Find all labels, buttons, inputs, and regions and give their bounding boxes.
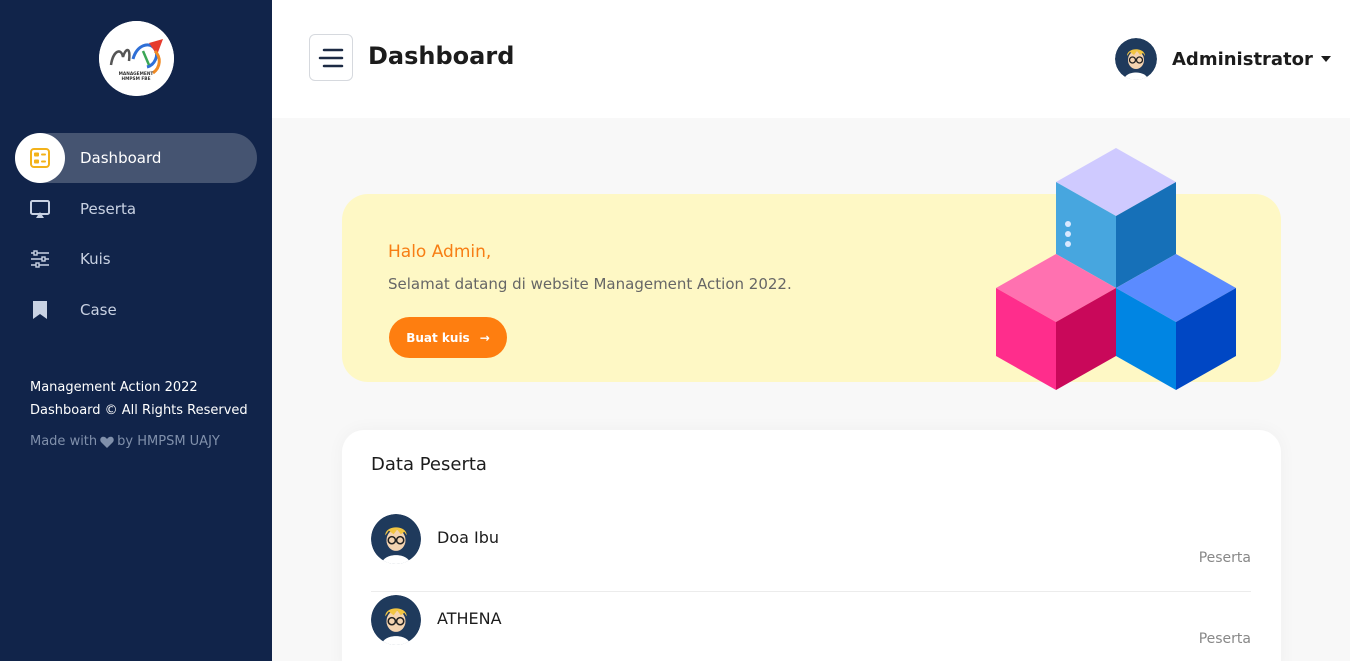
heart-icon — [100, 436, 114, 448]
create-quiz-label: Buat kuis — [406, 330, 470, 345]
sidebar: MANAGEMENT HMPSM FBE Dashboard Peserta K… — [0, 0, 272, 661]
participant-role: Peserta — [1198, 631, 1251, 647]
top-header: Dashboard Administrator — [272, 0, 1350, 118]
card-title: Data Peserta — [371, 454, 487, 475]
participant-name: Doa Ibu — [437, 528, 500, 547]
bookmark-icon — [33, 301, 47, 319]
sidebar-item-label: Kuis — [80, 250, 111, 268]
sidebar-footer: Management Action 2022 Dashboard © All R… — [30, 376, 260, 422]
sidebar-item-case[interactable]: Case — [15, 285, 257, 335]
welcome-text: Selamat datang di website Management Act… — [388, 275, 792, 293]
presentation-icon — [30, 200, 50, 218]
dashboard-icon — [30, 148, 50, 168]
cubes-illustration — [996, 148, 1236, 390]
arrow-right-icon: → — [479, 330, 490, 345]
participant-name: ATHENA — [437, 609, 502, 628]
sidebar-item-label: Peserta — [80, 200, 137, 218]
sidebar-item-peserta[interactable]: Peserta — [15, 184, 257, 234]
sidebar-item-label: Dashboard — [80, 149, 162, 167]
sidebar-item-label: Case — [80, 301, 117, 319]
hamburger-icon — [318, 48, 344, 67]
made-with-prefix: Made with — [30, 434, 98, 449]
user-menu[interactable]: Administrator — [1115, 38, 1331, 80]
greeting-text: Halo Admin, — [388, 242, 492, 262]
sidebar-item-dashboard[interactable]: Dashboard — [15, 133, 257, 183]
avatar — [1115, 38, 1157, 80]
list-item[interactable]: Doa Ibu Peserta — [371, 511, 1251, 592]
create-quiz-button[interactable]: Buat kuis → — [389, 317, 507, 358]
made-with-credit: Made with by HMPSM UAJY — [30, 434, 220, 449]
participants-card: Data Peserta Doa Ibu Peserta ATHENA Pese… — [342, 430, 1281, 661]
caret-down-icon — [1320, 56, 1331, 62]
footer-line-2: Dashboard © All Rights Reserved — [30, 403, 248, 418]
page-title: Dashboard — [368, 42, 515, 70]
avatar — [371, 514, 421, 564]
svg-text:HMPSM FBE: HMPSM FBE — [121, 76, 150, 82]
made-with-suffix: by HMPSM UAJY — [117, 434, 220, 449]
management-action-logo[interactable]: MANAGEMENT HMPSM FBE — [99, 21, 174, 96]
menu-toggle-button[interactable] — [309, 34, 353, 81]
participant-role: Peserta — [1198, 550, 1251, 566]
sliders-icon — [31, 250, 49, 268]
sidebar-item-kuis[interactable]: Kuis — [15, 234, 257, 284]
footer-line-1: Management Action 2022 — [30, 380, 198, 395]
avatar — [371, 595, 421, 645]
list-item[interactable]: ATHENA Peserta — [371, 592, 1251, 661]
user-name: Administrator — [1172, 48, 1313, 70]
